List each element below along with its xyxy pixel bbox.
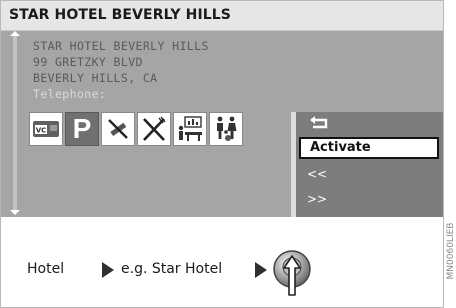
return-arrow-icon [310, 116, 328, 129]
family-icon [209, 112, 243, 146]
parking-label: P [72, 113, 92, 144]
parking-icon: P [65, 112, 99, 146]
caption-example: e.g. Star Hotel [121, 261, 223, 277]
controller-press-icon [273, 250, 311, 296]
back-menu-item[interactable] [307, 114, 331, 135]
address-street: 99 GRETZKY BLVD [33, 55, 143, 69]
credit-card-label: VC [36, 127, 47, 135]
menu-scroll-strip [291, 112, 296, 217]
scrollbar[interactable] [10, 31, 20, 215]
figure-code-text: MN0060LIEB [446, 222, 456, 280]
scroll-down-arrow-icon[interactable] [10, 210, 20, 215]
title-bar: STAR HOTEL BEVERLY HILLS [1, 1, 443, 31]
address-city: BEVERLY HILLS, CA [33, 71, 158, 85]
next-menu-item[interactable]: >> [307, 192, 327, 206]
scroll-up-arrow-icon[interactable] [10, 31, 20, 36]
caption-arrow-icon [102, 262, 114, 278]
address-name: STAR HOTEL BEVERLY HILLS [33, 39, 209, 53]
amenity-icons: VC P [29, 112, 243, 146]
activate-menu-item[interactable]: Activate [299, 137, 439, 159]
no-smoking-icon [101, 112, 135, 146]
page-title: STAR HOTEL BEVERLY HILLS [9, 7, 231, 23]
control-display-screen: STAR HOTEL BEVERLY HILLS 99 GRETZKY BLVD… [1, 31, 443, 217]
restaurant-icon [137, 112, 171, 146]
context-menu: Activate << >> [291, 112, 443, 217]
previous-menu-item[interactable]: << [307, 167, 327, 181]
display-frame: STAR HOTEL BEVERLY HILLS STAR HOTEL BEVE… [0, 0, 444, 308]
credit-card-icon: VC [29, 112, 63, 146]
conference-room-icon [173, 112, 207, 146]
caption-hotel: Hotel [27, 261, 65, 277]
caption-arrow-icon [255, 262, 267, 278]
telephone-label: Telephone: [33, 87, 107, 101]
navigation-caption: Hotel e.g. Star Hotel [1, 217, 443, 307]
figure-code: MN0060LIEB [446, 200, 456, 305]
